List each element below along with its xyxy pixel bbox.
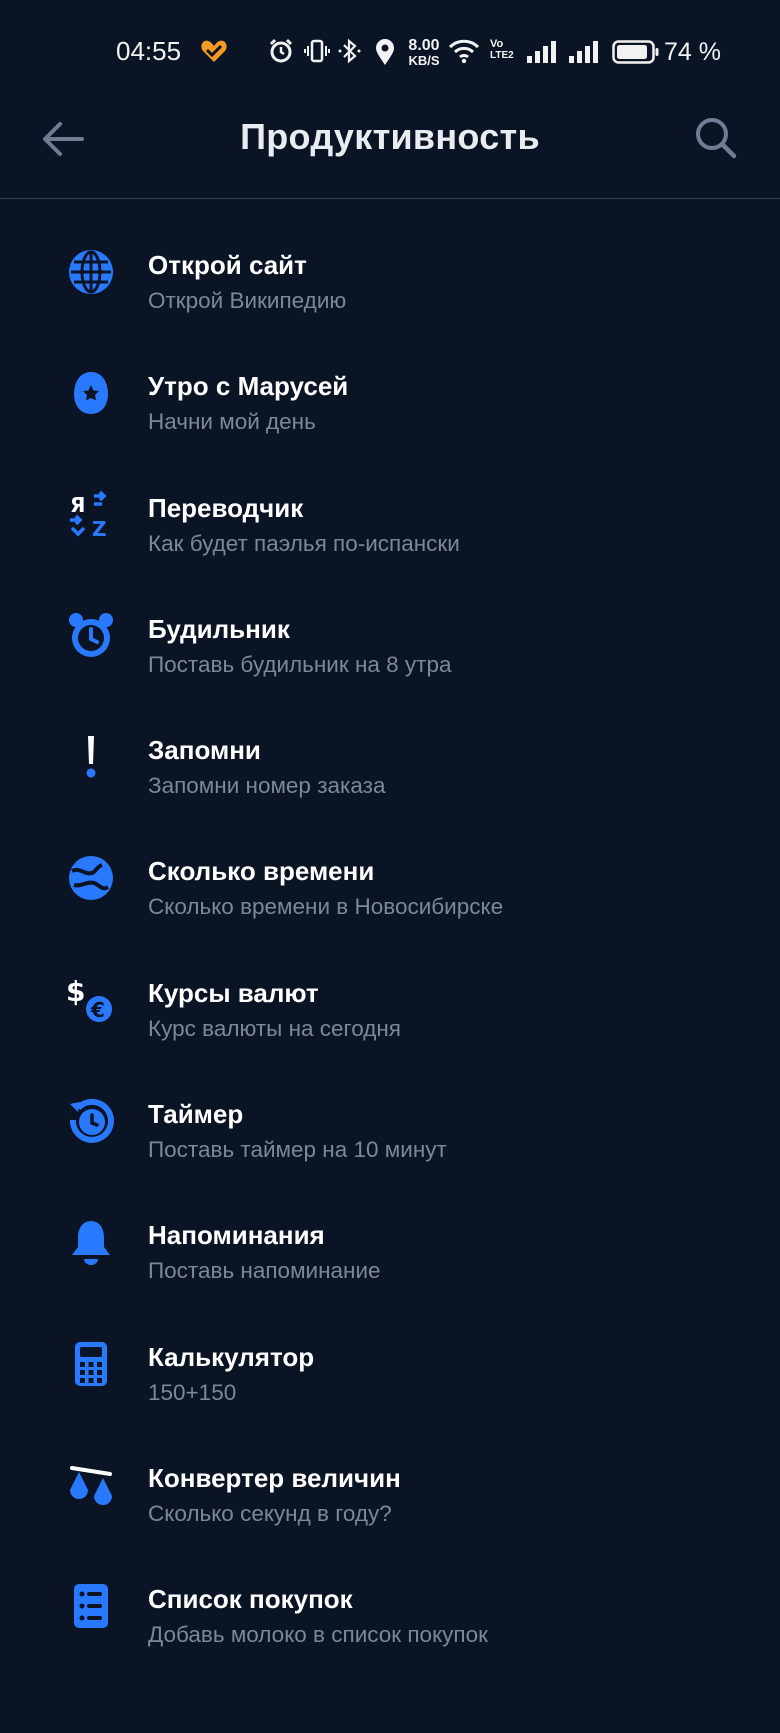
alarm-status-icon [269, 38, 293, 63]
bell-icon [72, 1221, 110, 1266]
item-title: Сколько времени [148, 856, 375, 887]
item-subtitle: Сколько времени в Новосибирске [148, 894, 504, 920]
wifi-icon [448, 39, 480, 64]
item-title: Будильник [148, 613, 290, 644]
list-item-marusia-morning[interactable]: Утро с Марусей Начни мой день [0, 341, 780, 462]
item-subtitle: Открой Википедию [148, 288, 347, 313]
list-item-what-time[interactable]: Сколько времени Сколько времени в Новоси… [0, 826, 780, 947]
vibrate-icon [304, 39, 330, 63]
item-title: Переводчик [148, 492, 304, 523]
volte-top: Vo [490, 38, 504, 50]
exclamation-icon [86, 736, 96, 778]
item-subtitle: Сколько секунд в году? [148, 1500, 392, 1526]
item-subtitle: Как будет паэлья по-испански [148, 530, 460, 556]
scales-icon [70, 1465, 112, 1505]
item-title: Конвертер величин [148, 1462, 401, 1493]
svg-text:€: € [90, 998, 105, 1022]
item-title: Калькулятор [148, 1341, 315, 1372]
earth-time-icon [69, 856, 113, 901]
signal-sim2-icon [569, 41, 598, 63]
battery-percent: 74 % [664, 38, 721, 66]
status-bar: 04:55 8.00 KB/S Vo LTE2 74 % [0, 0, 780, 104]
list-item-currency[interactable]: $ € Курсы валют Курс валюты на сегодня [0, 948, 780, 1069]
item-subtitle: Поставь будильник на 8 утра [148, 651, 452, 677]
list-item-timer[interactable]: Таймер Поставь таймер на 10 минут [0, 1069, 780, 1190]
status-time: 04:55 [116, 36, 182, 66]
bluetooth-icon [338, 38, 361, 64]
search-icon[interactable] [692, 114, 738, 160]
page-title: Продуктивность [240, 116, 540, 157]
svg-text:Я: Я [70, 493, 85, 517]
list-item-unit-converter[interactable]: Конвертер величин Сколько секунд в году? [0, 1433, 780, 1554]
volte-indicator: Vo LTE2 [490, 38, 516, 62]
shopping-list-icon [74, 1584, 108, 1629]
calculator-icon [75, 1341, 107, 1386]
list-item-alarm[interactable]: Будильник Поставь будильник на 8 утра [0, 584, 780, 705]
list-item-calculator[interactable]: Калькулятор 150+150 [0, 1312, 780, 1433]
item-subtitle: Поставь таймер на 10 минут [148, 1137, 447, 1163]
item-subtitle: Добавь молоко в список покупок [148, 1622, 488, 1648]
list-item-remember[interactable]: Запомни Запомни номер заказа [0, 705, 780, 826]
item-subtitle: 150+150 [148, 1379, 237, 1405]
item-subtitle: Курс валюты на сегодня [148, 1015, 401, 1041]
currency-icon: $ € [66, 975, 112, 1022]
item-title: Утро с Марусей [148, 371, 349, 402]
timer-icon [69, 1099, 114, 1143]
list-item-translator[interactable]: Я Z Переводчик Как будет паэлья по-испан… [0, 463, 780, 584]
list-item-reminders[interactable]: Напоминания Поставь напоминание [0, 1190, 780, 1311]
list-item-shopping-list[interactable]: Список покупок Добавь молоко в список по… [0, 1554, 780, 1675]
item-title: Список покупок [148, 1584, 353, 1615]
network-speed: 8.00 KB/S [406, 37, 442, 68]
item-title: Запомни [148, 735, 261, 766]
signal-sim1-icon [527, 41, 556, 63]
item-title: Таймер [148, 1099, 244, 1130]
skills-list: Открой сайт Открой Википедию Утро с Мару… [0, 220, 780, 1676]
marusia-egg-icon [74, 372, 108, 415]
speed-value: 8.00 [408, 37, 440, 54]
volte-bottom: LTE2 [490, 50, 514, 61]
item-subtitle: Начни мой день [148, 409, 316, 435]
item-subtitle: Запомни номер заказа [148, 773, 386, 799]
location-icon [376, 39, 394, 65]
translate-icon: Я Z [70, 490, 107, 540]
item-title: Открой сайт [148, 250, 307, 280]
speed-unit: KB/S [408, 53, 440, 68]
list-item-open-site[interactable]: Открой сайт Открой Википедию [0, 220, 780, 341]
item-title: Курсы валют [148, 977, 319, 1008]
heart-app-icon [201, 40, 227, 62]
globe-icon [69, 250, 113, 294]
item-title: Напоминания [148, 1220, 325, 1251]
alarm-clock-icon [69, 612, 113, 657]
battery-icon [612, 40, 659, 64]
item-subtitle: Поставь напоминание [148, 1258, 381, 1284]
svg-text:$: $ [66, 975, 85, 1008]
svg-text:Z: Z [92, 517, 107, 540]
